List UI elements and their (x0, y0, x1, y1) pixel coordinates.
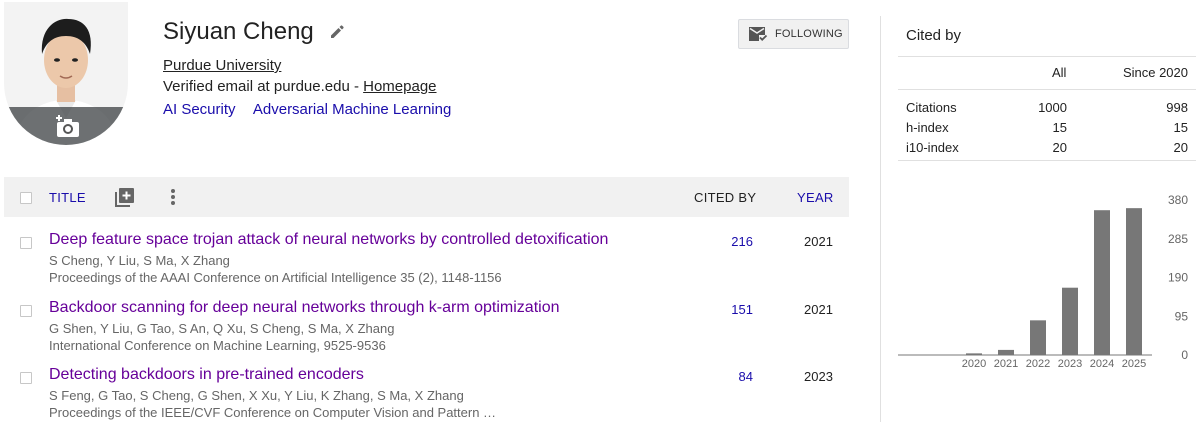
metric-row-i10-index: i10-index 20 20 (906, 140, 1188, 158)
x-tick-label: 2020 (962, 358, 986, 370)
panel-divider (880, 16, 881, 422)
bar-2023[interactable] (1062, 287, 1078, 355)
paper-cited-by[interactable]: 151 (731, 302, 753, 317)
cited-by-divider (898, 56, 1196, 57)
paper-authors: S Feng, G Tao, S Cheng, G Shen, X Xu, Y … (49, 388, 464, 403)
add-box-icon[interactable] (115, 187, 135, 207)
metric-since: 998 (1166, 100, 1188, 115)
row-checkbox[interactable] (20, 237, 32, 249)
cited-by-divider (898, 160, 1196, 161)
cited-by-header: CITED BY (694, 190, 757, 205)
paper-year: 2023 (804, 369, 833, 384)
cited-by-divider (898, 89, 1196, 90)
interest-ai-security[interactable]: AI Security (163, 101, 236, 118)
publications-header: TITLE CITED BY YEAR (4, 177, 849, 217)
select-all-checkbox[interactable] (20, 192, 32, 204)
row-checkbox[interactable] (20, 372, 32, 384)
paper-authors: S Cheng, Y Liu, S Ma, X Zhang (49, 253, 230, 268)
bar-2020[interactable] (966, 353, 982, 355)
interest-adversarial-ml[interactable]: Adversarial Machine Learning (253, 101, 451, 118)
x-tick-label: 2023 (1058, 358, 1082, 370)
affiliation-link[interactable]: Purdue University (163, 57, 281, 74)
metric-since: 15 (1173, 120, 1188, 135)
sort-by-year[interactable]: YEAR (797, 190, 834, 205)
x-tick-label: 2021 (994, 358, 1018, 370)
research-interests: AI Security Adversarial Machine Learning (163, 101, 465, 118)
cited-by-title: Cited by (906, 27, 962, 44)
paper-venue: Proceedings of the IEEE/CVF Conference o… (49, 405, 497, 420)
bar-2024[interactable] (1094, 210, 1110, 355)
metric-all: 1000 (1038, 100, 1067, 115)
metric-label[interactable]: h-index (906, 120, 949, 135)
citations-per-year-chart: 2020 2021 2022 2023 2024 2025 0 95 190 285 380 (898, 193, 1189, 370)
metric-row-citations: Citations 1000 998 (906, 100, 1188, 118)
paper-venue: International Conference on Machine Lear… (49, 338, 386, 353)
verified-email: Verified email at purdue.edu - (163, 78, 364, 95)
y-tick-label: 0 (1181, 348, 1188, 362)
paper-title[interactable]: Backdoor scanning for deep neural networ… (49, 299, 560, 317)
y-tick-label: 285 (1168, 232, 1188, 246)
table-row: Backdoor scanning for deep neural networ… (4, 299, 849, 373)
y-tick-label: 95 (1175, 309, 1189, 323)
paper-year: 2021 (804, 302, 833, 317)
row-checkbox[interactable] (20, 305, 32, 317)
paper-title[interactable]: Detecting backdoors in pre-trained encod… (49, 366, 364, 384)
table-row: Deep feature space trojan attack of neur… (4, 231, 849, 305)
paper-authors: G Shen, Y Liu, G Tao, S An, Q Xu, S Chen… (49, 321, 395, 336)
metric-all: 20 (1052, 140, 1067, 155)
col-all: All (1052, 65, 1067, 80)
paper-cited-by[interactable]: 216 (731, 234, 753, 249)
x-tick-label: 2025 (1122, 358, 1146, 370)
sort-by-title[interactable]: TITLE (49, 190, 86, 205)
x-tick-label: 2022 (1026, 358, 1050, 370)
more-vert-icon[interactable] (170, 187, 176, 207)
y-tick-label: 190 (1168, 271, 1188, 285)
pencil-icon[interactable] (329, 24, 345, 40)
following-button[interactable]: FOLLOWING (738, 19, 849, 49)
bar-2022[interactable] (1030, 320, 1046, 355)
metric-row-h-index: h-index 15 15 (906, 120, 1188, 138)
paper-year: 2021 (804, 234, 833, 249)
metric-label[interactable]: i10-index (906, 140, 959, 155)
metric-since: 20 (1173, 140, 1188, 155)
metric-all: 15 (1052, 120, 1067, 135)
table-row: Detecting backdoors in pre-trained encod… (4, 366, 849, 422)
bar-2021[interactable] (998, 349, 1014, 355)
col-since-2020: Since 2020 (1122, 65, 1188, 80)
x-tick-label: 2024 (1090, 358, 1114, 370)
paper-venue: Proceedings of the AAAI Conference on Ar… (49, 270, 502, 285)
email-line: Verified email at purdue.edu - Homepage (163, 78, 437, 95)
avatar[interactable] (4, 2, 128, 145)
profile-name: Siyuan Cheng (163, 18, 314, 45)
following-label: FOLLOWING (775, 28, 843, 40)
add-photo-icon[interactable] (54, 113, 82, 139)
bar-2025[interactable] (1126, 208, 1142, 355)
homepage-link[interactable]: Homepage (363, 78, 436, 95)
mail-check-icon (749, 27, 768, 41)
y-tick-label: 380 (1168, 193, 1188, 207)
paper-cited-by[interactable]: 84 (739, 369, 753, 384)
metric-label[interactable]: Citations (906, 100, 957, 115)
paper-title[interactable]: Deep feature space trojan attack of neur… (49, 231, 608, 249)
